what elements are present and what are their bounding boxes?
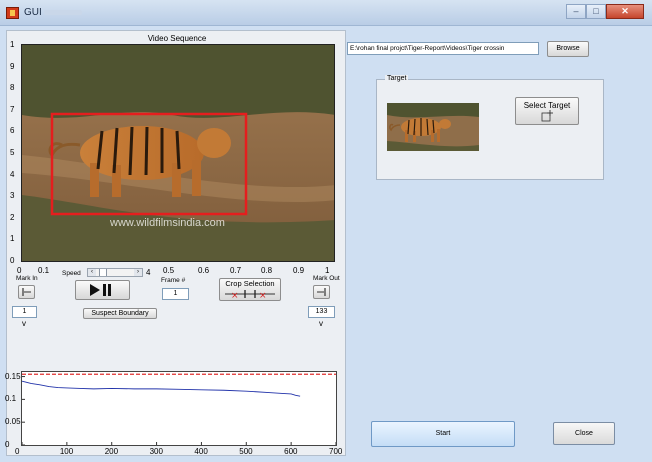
- speed-slider[interactable]: ‹ ›: [87, 268, 143, 277]
- speed-increase-arrow[interactable]: ›: [134, 269, 142, 276]
- speed-slider-thumb[interactable]: [99, 269, 107, 276]
- mark-in-icon: [22, 288, 31, 296]
- close-button[interactable]: Close: [553, 422, 615, 445]
- start-button[interactable]: Start: [371, 421, 515, 447]
- video-y-tick: 1: [10, 234, 15, 244]
- video-watermark: www.wildfilmsindia.com: [110, 217, 225, 229]
- video-y-tick: 3: [10, 191, 15, 201]
- video-x-tick: 0.5: [163, 266, 175, 275]
- plot-x-tick-label: 100: [59, 447, 74, 456]
- video-y-tick: 7: [10, 104, 15, 114]
- mark-out-button[interactable]: [313, 285, 330, 299]
- plot-x-tick-label: 400: [194, 447, 208, 456]
- suspect-boundary-button[interactable]: Suspect Boundary: [83, 308, 157, 319]
- video-panel: Video Sequence 1 9 8 7 6 5 4 3 2 1 0 www.wildfilms…: [5, 30, 346, 456]
- video-title: Video Sequence: [147, 34, 207, 43]
- select-target-button[interactable]: Select Target: [515, 97, 579, 125]
- play-pause-icon: [90, 284, 111, 296]
- mark-in-field[interactable]: 1: [12, 306, 37, 318]
- plot-x-tick-label: 200: [104, 447, 119, 456]
- crop-selection-button[interactable]: Crop Selection × ×: [219, 278, 281, 301]
- frame-label: Frame #: [161, 277, 186, 284]
- video-x-tick: 0.6: [198, 266, 210, 275]
- crosshair-select-icon: [541, 110, 553, 122]
- video-x-tick: 1: [325, 266, 330, 275]
- mark-out-label: Mark Out: [313, 275, 340, 282]
- window-title: GUI: [24, 7, 42, 18]
- minimize-button[interactable]: –: [566, 4, 586, 19]
- speed-value: 4: [146, 268, 151, 277]
- video-y-tick: 8: [10, 83, 15, 93]
- plot-y-tick-label: 0.05: [5, 417, 21, 427]
- mark-out-icon: [317, 288, 326, 296]
- mark-out-down-icon: v: [319, 319, 323, 328]
- plot-y-tick-label: 0.15: [5, 371, 21, 381]
- select-target-label: Select Target: [523, 101, 571, 110]
- speed-label: Speed: [62, 270, 81, 277]
- video-x-tick: 0.9: [293, 266, 305, 275]
- video-x-tick: 0.8: [261, 266, 273, 275]
- plot-y-tick-label: 0: [5, 440, 10, 449]
- mark-in-down-icon: v: [22, 319, 26, 328]
- video-display[interactable]: www.wildfilmsindia.com: [21, 44, 335, 262]
- plot-x-tick-label: 0: [15, 447, 20, 456]
- target-group: Target Select Target: [376, 75, 604, 180]
- video-y-tick: 0: [10, 256, 15, 265]
- video-y-tick: 1: [10, 40, 15, 49]
- svg-text:×: ×: [259, 291, 267, 299]
- plot-area: [21, 373, 337, 446]
- crop-icon: × ×: [225, 290, 275, 301]
- plot-x-tick-label: 600: [284, 447, 298, 456]
- frame-number-field[interactable]: 1: [162, 288, 189, 300]
- video-y-tick: 2: [10, 212, 15, 222]
- close-window-button[interactable]: ✕: [606, 4, 644, 19]
- crop-selection-label: Crop Selection: [225, 279, 275, 288]
- video-y-tick: 9: [10, 61, 15, 71]
- video-x-tick: 0.7: [230, 266, 242, 275]
- plot-y-tick-label: 0.1: [5, 394, 17, 404]
- video-x-tick: 0: [17, 266, 22, 275]
- mark-out-field[interactable]: 133: [308, 306, 335, 318]
- browse-button[interactable]: Browse: [547, 41, 589, 57]
- plot-x-tick-label: 500: [239, 447, 253, 456]
- similarity-plot: [21, 371, 337, 446]
- window-titlebar: GUI – □ ✕: [0, 0, 652, 26]
- video-path-field[interactable]: E:\rohan final projct\Tiger-Report\Video…: [347, 42, 539, 55]
- target-thumbnail: [387, 103, 479, 151]
- target-group-label: Target: [385, 75, 409, 82]
- video-y-tick: 4: [10, 169, 15, 179]
- video-y-tick: 6: [10, 126, 15, 136]
- svg-text:×: ×: [231, 291, 239, 299]
- maximize-button[interactable]: □: [586, 4, 606, 19]
- video-frame-image: [22, 45, 334, 261]
- mark-in-button[interactable]: [18, 285, 35, 299]
- series-line: [21, 380, 301, 397]
- client-area: Video Sequence 1 9 8 7 6 5 4 3 2 1 0 www.wildfilms…: [0, 26, 652, 462]
- title-extra: [44, 10, 82, 15]
- video-y-tick: 5: [10, 148, 15, 157]
- plot-x-tick-label: 300: [149, 447, 163, 456]
- plot-x-tick-label: 700: [329, 447, 343, 456]
- mark-in-label: Mark In: [16, 275, 38, 282]
- speed-decrease-arrow[interactable]: ‹: [88, 269, 96, 276]
- play-pause-button[interactable]: [75, 280, 130, 300]
- matlab-icon: [6, 7, 19, 19]
- video-x-tick: 0.1: [38, 266, 50, 275]
- target-thumbnail-image: [387, 103, 479, 151]
